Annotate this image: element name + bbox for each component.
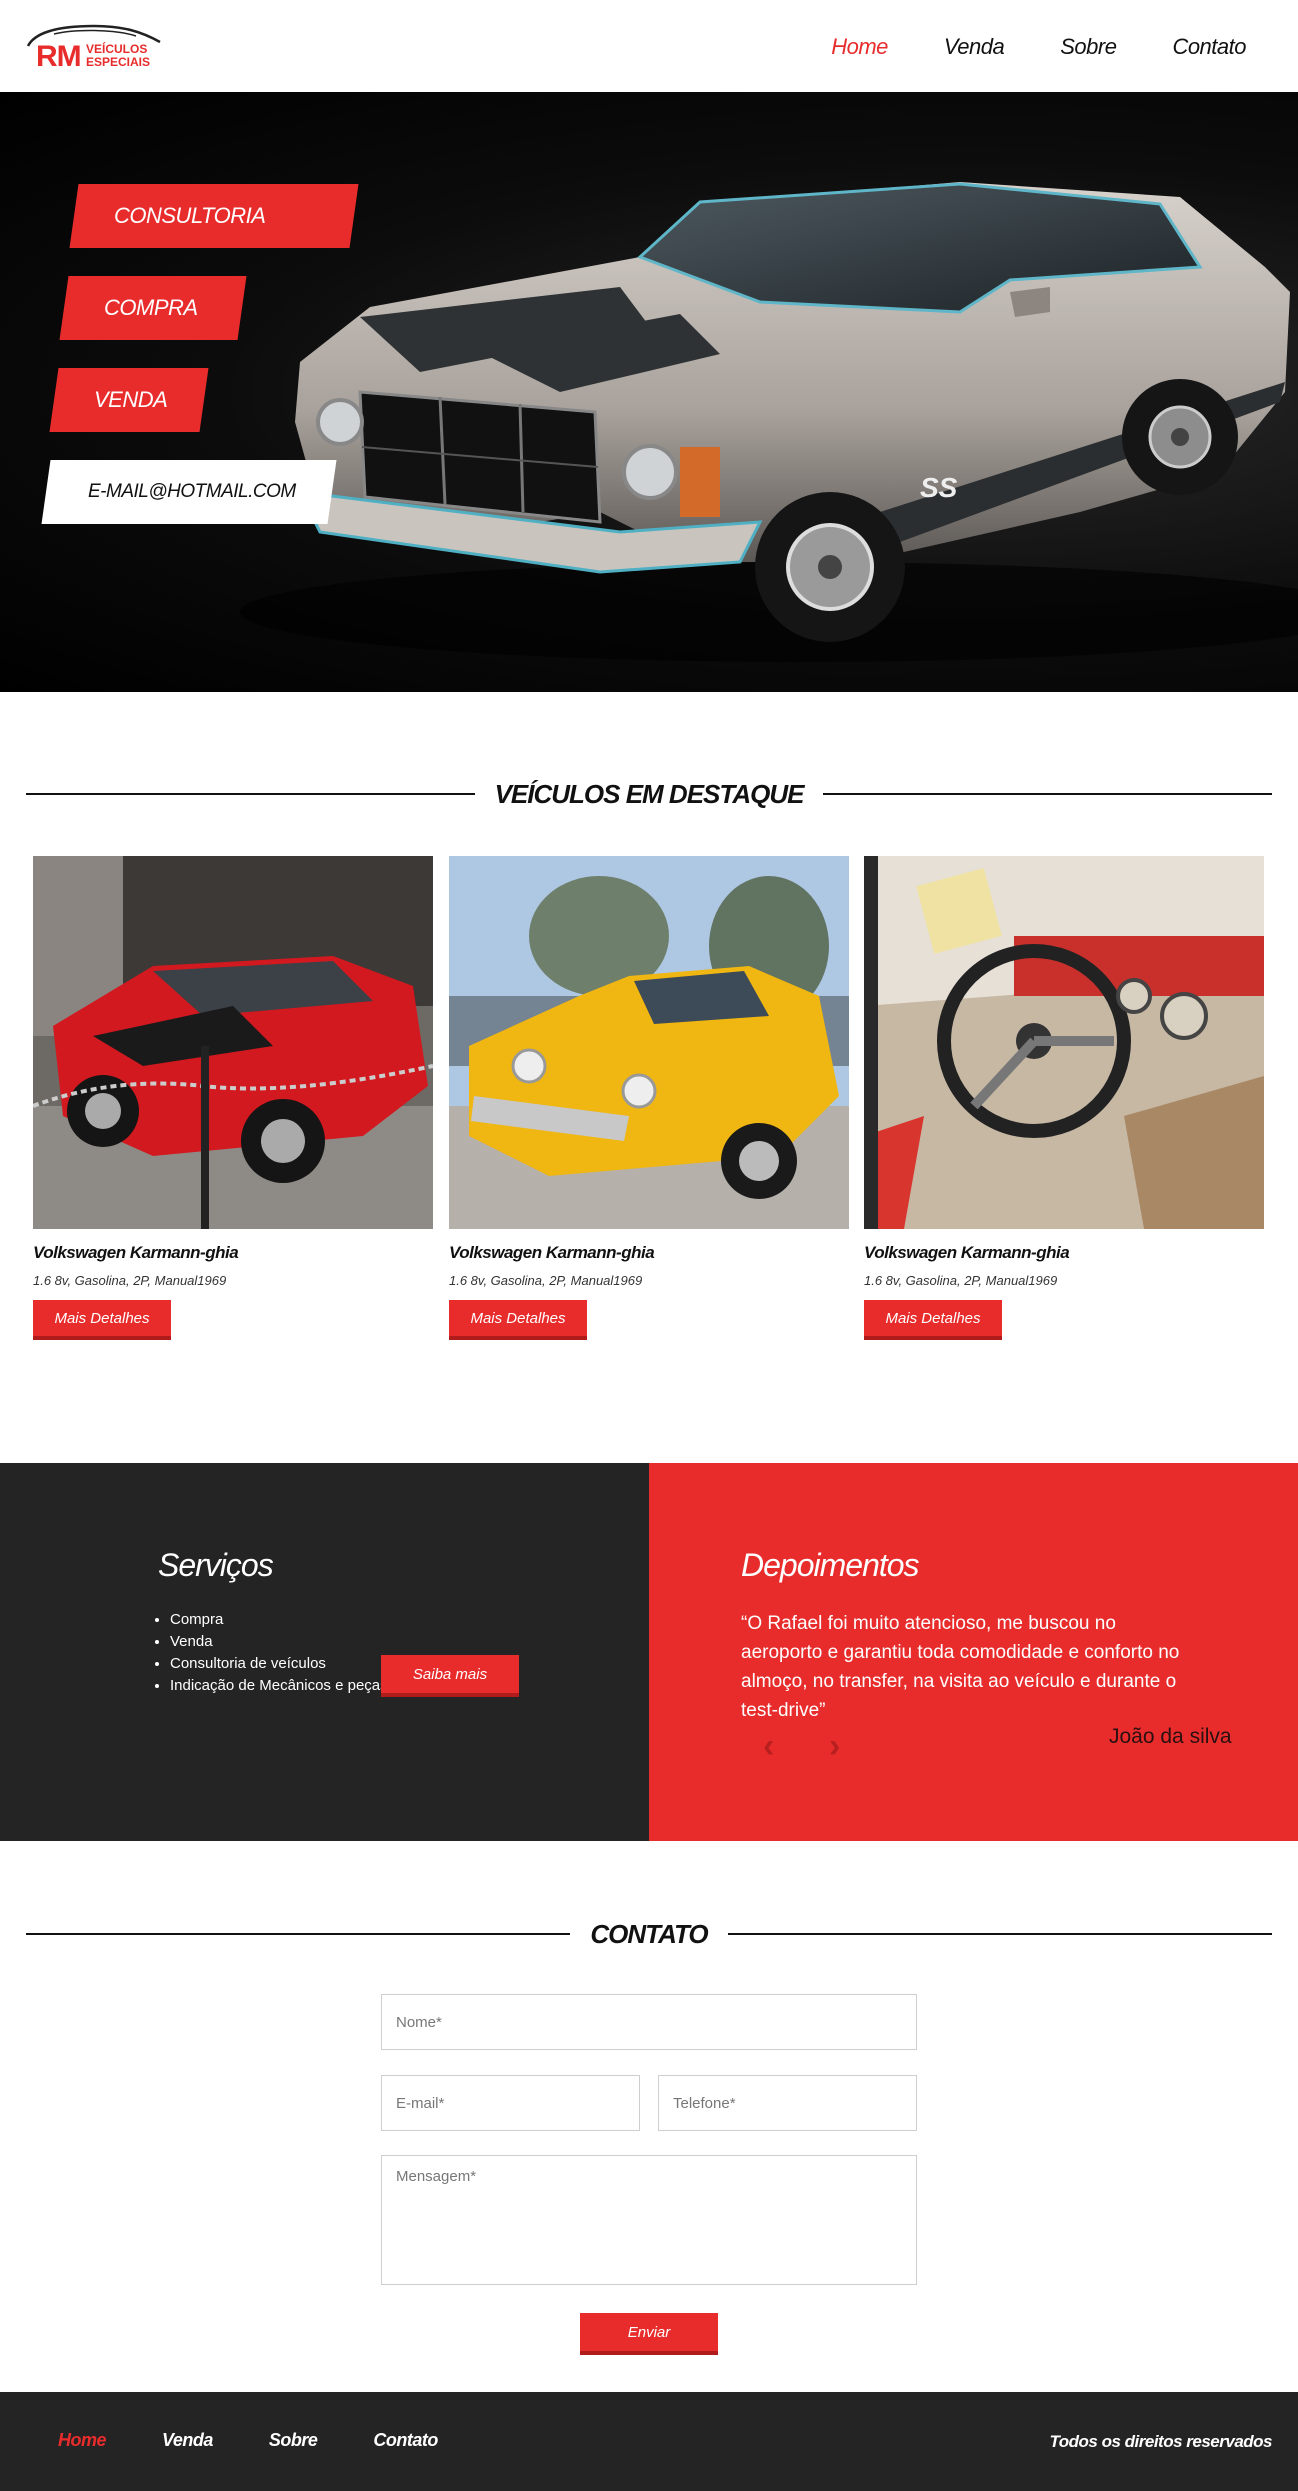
nav-sobre[interactable]: Sobre (1060, 34, 1117, 60)
chevron-right-icon[interactable]: › (829, 1727, 840, 1766)
footer-nav-sobre[interactable]: Sobre (269, 2430, 318, 2451)
learn-more-button[interactable]: Saiba mais (381, 1655, 519, 1693)
more-details-button[interactable]: Mais Detalhes (864, 1300, 1002, 1336)
vehicle-name: Volkswagen Karmann-ghia (33, 1243, 239, 1262)
list-item: Venda (170, 1631, 388, 1653)
footer-nav: Home Venda Sobre Contato (58, 2430, 438, 2451)
red-classic-car-image[interactable] (33, 856, 433, 1229)
site-header: RM VEÍCULOS ESPECIAIS Home Venda Sobre Co… (0, 0, 1298, 92)
testimonials-title: Depoimentos (741, 1547, 920, 1583)
services-title: Serviços (158, 1547, 274, 1583)
svg-text:SS: SS (920, 472, 958, 503)
hero-banner: SS CONSULTORIA COMPRA VENDA E-MAIL@HOTMA… (0, 92, 1298, 692)
vehicle-card: Volkswagen Karmann-ghia 1.6 8v, Gasolina… (33, 856, 433, 1336)
more-details-button[interactable]: Mais Detalhes (449, 1300, 587, 1336)
logo[interactable]: RM VEÍCULOS ESPECIAIS (24, 20, 164, 74)
footer-nav-venda[interactable]: Venda (162, 2430, 213, 2451)
vehicle-name: Volkswagen Karmann-ghia (449, 1243, 655, 1262)
nav-home[interactable]: Home (831, 34, 888, 60)
testimonials-section: Depoimentos “O Rafael foi muito atencios… (649, 1463, 1298, 1841)
vehicle-name: Volkswagen Karmann-ghia (864, 1243, 1070, 1262)
email-field[interactable] (381, 2075, 640, 2131)
footer-nav-contato[interactable]: Contato (373, 2430, 438, 2451)
message-field[interactable] (381, 2155, 917, 2285)
hero-tag-compra[interactable]: COMPRA (59, 276, 247, 340)
featured-section-title: VEÍCULOS EM DESTAQUE (26, 774, 1273, 814)
list-item: Indicação de Mecânicos e peças (170, 1675, 388, 1697)
vehicle-specs: 1.6 8v, Gasolina, 2P, Manual1969 (33, 1273, 227, 1288)
logo-subtitle: VEÍCULOS ESPECIAIS (86, 42, 151, 69)
logo-mark: RM (36, 40, 82, 73)
featured-title: VEÍCULOS EM DESTAQUE (494, 778, 805, 809)
list-item: Compra (170, 1609, 388, 1631)
nav-contato[interactable]: Contato (1172, 34, 1246, 60)
more-details-button[interactable]: Mais Detalhes (33, 1300, 171, 1336)
send-button[interactable]: Enviar (580, 2313, 718, 2351)
vehicle-card: Volkswagen Karmann-ghia 1.6 8v, Gasolina… (449, 856, 849, 1336)
nav-venda[interactable]: Venda (944, 34, 1005, 60)
vehicle-card: Volkswagen Karmann-ghia 1.6 8v, Gasolina… (864, 856, 1264, 1336)
name-field[interactable] (381, 1994, 917, 2050)
testimonial-quote: “O Rafael foi muito atencioso, me buscou… (741, 1613, 1180, 1721)
hero-tag-consultoria[interactable]: CONSULTORIA (69, 184, 359, 248)
contact-section-title: CONTATO (26, 1914, 1272, 1954)
copyright-text: Todos os direitos reservados (1049, 2432, 1273, 2451)
testimonial-author: João da silva (1109, 1725, 1232, 1748)
contact-title: CONTATO (590, 1918, 708, 1949)
chevron-left-icon[interactable]: ‹ (763, 1727, 774, 1766)
vehicle-specs: 1.6 8v, Gasolina, 2P, Manual1969 (449, 1273, 643, 1288)
hero-tag-venda[interactable]: VENDA (49, 368, 209, 432)
site-footer: Home Venda Sobre Contato Todos os direit… (0, 2392, 1298, 2491)
list-item: Consultoria de veículos (170, 1653, 388, 1675)
footer-nav-home[interactable]: Home (58, 2430, 107, 2451)
car-interior-image[interactable] (864, 856, 1264, 1229)
vehicle-specs: 1.6 8v, Gasolina, 2P, Manual1969 (864, 1273, 1058, 1288)
yellow-classic-car-image[interactable] (449, 856, 849, 1229)
services-section: Serviços Compra Venda Consultoria de veí… (0, 1463, 649, 1841)
phone-field[interactable] (658, 2075, 917, 2131)
hero-tag-email[interactable]: E-MAIL@HOTMAIL.COM (41, 460, 337, 524)
services-list: Compra Venda Consultoria de veículos Ind… (170, 1609, 388, 1697)
main-nav: Home Venda Sobre Contato (831, 34, 1246, 60)
